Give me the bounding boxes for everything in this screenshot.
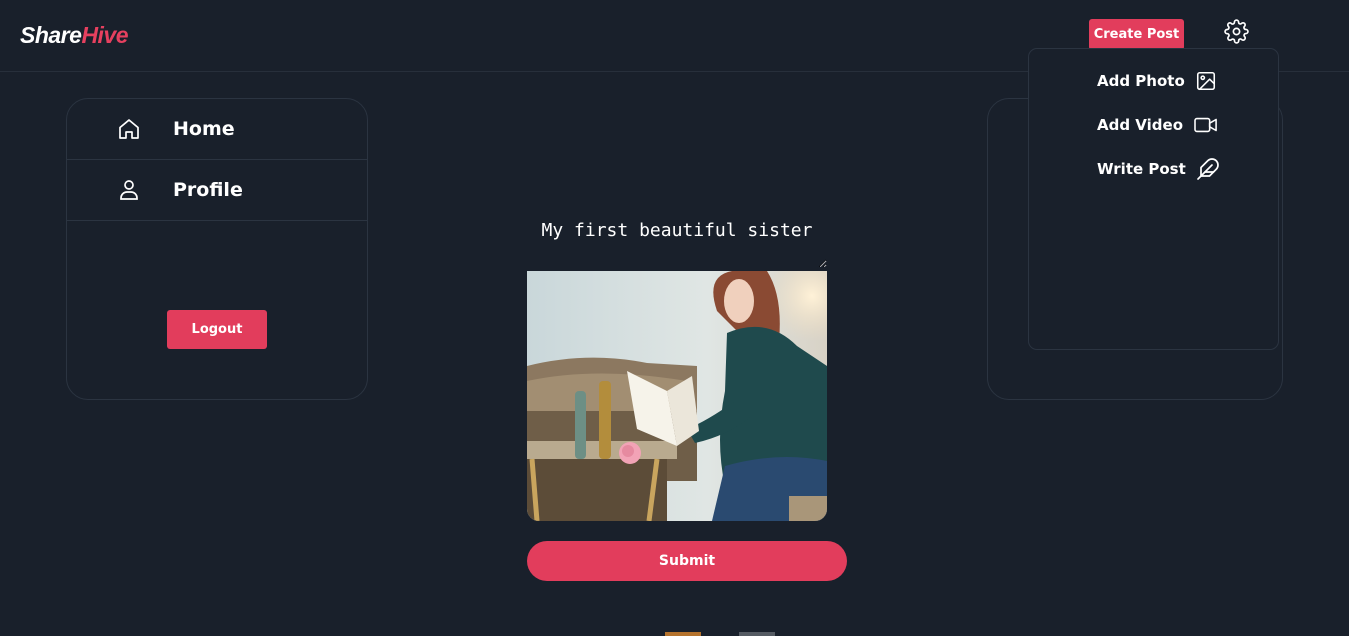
menu-item-label: Add Video [1097,116,1184,134]
sharehive-logo[interactable]: ShareHive [20,22,129,49]
gear-icon[interactable] [1224,19,1249,44]
logo-text-share: Share [20,22,82,48]
sidebar-item-home[interactable]: Home [67,99,367,160]
video-camera-icon [1194,117,1217,133]
taskbar-app-indicator[interactable] [739,632,775,636]
menu-item-write-post[interactable]: Write Post [1097,156,1220,182]
menu-item-add-video[interactable]: Add Video [1097,112,1219,138]
menu-item-label: Write Post [1097,160,1186,178]
submit-button[interactable]: Submit [527,541,847,581]
feather-icon [1196,158,1219,180]
post-caption-textarea[interactable] [527,210,827,268]
home-icon [119,119,139,139]
menu-item-add-photo[interactable]: Add Photo [1097,68,1217,94]
sidebar-item-profile[interactable]: Profile [67,160,367,221]
post-image-preview [527,271,827,521]
sidebar-item-label: Profile [173,179,243,201]
sidebar-navigation-card: Home Profile Logout [66,98,368,400]
photo-woman-reading [527,271,827,521]
taskbar-app-indicator[interactable] [665,632,701,636]
create-post-button[interactable]: Create Post [1089,19,1184,50]
image-icon [1196,71,1215,91]
sidebar-item-label: Home [173,118,235,140]
logout-button[interactable]: Logout [167,310,267,349]
create-post-dropdown-menu: Add Photo Add Video Write Post [1028,48,1279,350]
user-icon [120,180,138,200]
menu-item-label: Add Photo [1097,72,1185,90]
logo-text-hive: Hive [81,22,129,48]
